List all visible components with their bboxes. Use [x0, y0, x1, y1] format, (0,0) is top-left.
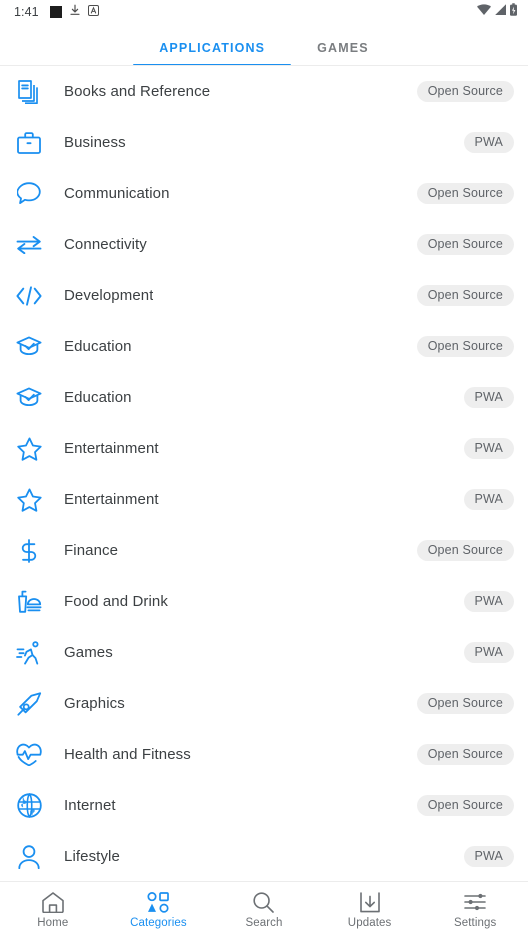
category-badge: PWA [463, 437, 514, 460]
category-label: Internet [64, 797, 116, 814]
nav-item-home[interactable]: Home [0, 882, 106, 938]
star-icon [14, 434, 44, 464]
nav-item-settings[interactable]: Settings [422, 882, 528, 938]
home-icon [41, 891, 64, 913]
download-icon [69, 3, 81, 21]
category-badge: Open Source [416, 692, 514, 715]
star-icon [14, 485, 44, 515]
category-row[interactable]: Books and Reference Open Source [0, 66, 528, 117]
nav-item-label: Categories [130, 917, 187, 929]
category-badge: Open Source [416, 743, 514, 766]
category-row[interactable]: Development Open Source [0, 270, 528, 321]
category-badge: Open Source [416, 182, 514, 205]
category-row[interactable]: Internet Open Source [0, 780, 528, 831]
category-label: Entertainment [64, 440, 159, 457]
category-row[interactable]: Lifestyle PWA [0, 831, 528, 881]
category-badge: Open Source [416, 233, 514, 256]
cellular-signal-icon [494, 3, 507, 21]
exchange-arrows-icon [14, 230, 44, 260]
category-badge: PWA [463, 488, 514, 511]
sliders-icon [464, 891, 486, 913]
globe-icon [14, 791, 44, 821]
tabs-container: APPLICATIONS GAMES [133, 41, 395, 66]
briefcase-icon [14, 128, 44, 158]
category-label: Health and Fitness [64, 746, 191, 763]
category-label: Finance [64, 542, 119, 559]
search-icon [253, 891, 275, 913]
wifi-icon [476, 3, 492, 21]
graduation-cap-icon [14, 383, 44, 413]
category-row[interactable]: Graphics Open Source [0, 678, 528, 729]
download-box-icon [359, 891, 380, 913]
category-badge: PWA [463, 845, 514, 868]
black-square-icon [49, 6, 62, 18]
nav-item-categories[interactable]: Categories [106, 882, 212, 938]
category-row[interactable]: Entertainment PWA [0, 423, 528, 474]
graduation-cap-icon [14, 332, 44, 362]
nav-item-search[interactable]: Search [211, 882, 317, 938]
nav-item-updates[interactable]: Updates [317, 882, 423, 938]
tab-games[interactable]: GAMES [291, 41, 395, 66]
category-badge: Open Source [416, 539, 514, 562]
nav-item-label: Updates [347, 917, 392, 929]
status-bar-left-icons [49, 3, 99, 21]
chat-bubble-icon [14, 179, 44, 209]
category-label: Education [64, 338, 132, 355]
tab-bar: APPLICATIONS GAMES [0, 24, 528, 66]
nav-item-label: Search [245, 917, 283, 929]
category-row[interactable]: Connectivity Open Source [0, 219, 528, 270]
food-drink-icon [14, 587, 44, 617]
status-bar-clock: 1:41 [14, 5, 39, 19]
category-badge: PWA [463, 590, 514, 613]
category-label: Books and Reference [64, 83, 211, 100]
runner-icon [14, 638, 44, 668]
heartbeat-icon [14, 740, 44, 770]
category-label: Communication [64, 185, 170, 202]
category-row[interactable]: Health and Fitness Open Source [0, 729, 528, 780]
category-row[interactable]: Finance Open Source [0, 525, 528, 576]
category-badge: PWA [463, 386, 514, 409]
category-badge: PWA [463, 641, 514, 664]
category-badge: Open Source [416, 335, 514, 358]
category-label: Business [64, 134, 126, 151]
status-bar: 1:41 [0, 0, 528, 24]
tab-applications[interactable]: APPLICATIONS [133, 41, 292, 66]
categories-icon [147, 891, 170, 913]
category-row[interactable]: Communication Open Source [0, 168, 528, 219]
books-icon [14, 77, 44, 107]
person-icon [14, 842, 44, 872]
pen-nib-icon [14, 689, 44, 719]
category-row[interactable]: Business PWA [0, 117, 528, 168]
app-root: 1:41 APPLICATIONS GAMES Books and Refere… [0, 0, 528, 938]
app-badge-icon [87, 3, 99, 21]
category-label: Lifestyle [64, 848, 120, 865]
battery-icon [509, 2, 518, 22]
nav-item-label: Settings [453, 917, 497, 929]
category-row[interactable]: Entertainment PWA [0, 474, 528, 525]
category-label: Entertainment [64, 491, 159, 508]
category-badge: PWA [463, 131, 514, 154]
category-label: Food and Drink [64, 593, 168, 610]
category-badge: Open Source [416, 284, 514, 307]
category-label: Graphics [64, 695, 125, 712]
code-brackets-icon [14, 281, 44, 311]
category-row[interactable]: Education PWA [0, 372, 528, 423]
nav-item-label: Home [37, 917, 69, 929]
category-row[interactable]: Games PWA [0, 627, 528, 678]
category-row[interactable]: Food and Drink PWA [0, 576, 528, 627]
category-badge: Open Source [416, 80, 514, 103]
category-label: Development [64, 287, 154, 304]
status-bar-right-icons [476, 2, 518, 22]
category-label: Games [64, 644, 113, 661]
bottom-navigation-bar: Home Categories Search Updates Settings [0, 881, 528, 938]
category-list[interactable]: Books and Reference Open Source Business P… [0, 66, 528, 881]
category-badge: Open Source [416, 794, 514, 817]
category-row[interactable]: Education Open Source [0, 321, 528, 372]
category-label: Connectivity [64, 236, 147, 253]
category-label: Education [64, 389, 132, 406]
dollar-sign-icon [14, 536, 44, 566]
